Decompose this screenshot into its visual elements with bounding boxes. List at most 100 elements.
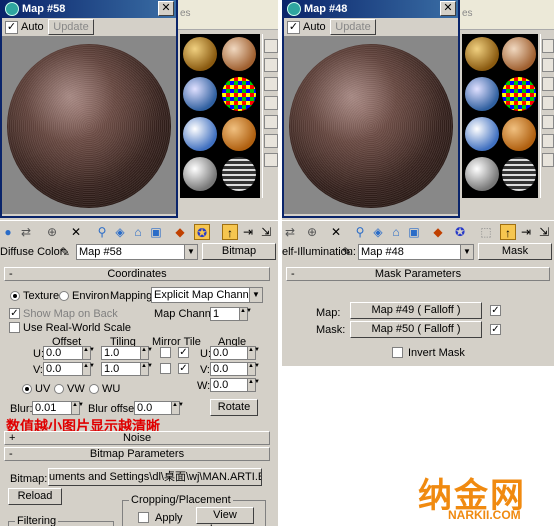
spinner-arrows-icon[interactable]: ▲▼ [82, 363, 95, 375]
close-button[interactable]: ✕ [440, 1, 456, 16]
auto-checkbox[interactable]: ✓ [287, 21, 300, 34]
map-channel-spinner[interactable]: 1 ▲▼ [210, 307, 252, 321]
u-angle-spinner[interactable]: 0.0 ▲▼ [210, 346, 260, 360]
material-slot[interactable] [222, 117, 256, 151]
mask-slot-button[interactable]: Map #50 ( Falloff ) [350, 321, 482, 338]
make-preview-icon[interactable] [542, 134, 554, 148]
material-effects-icon[interactable]: ▣ [406, 224, 422, 240]
reload-button[interactable]: Reload [8, 488, 62, 505]
spinner-arrows-icon[interactable]: ▲▼ [71, 402, 84, 414]
background-icon[interactable] [264, 77, 278, 91]
delete-icon[interactable]: ✕ [328, 224, 344, 240]
background-toggle-icon[interactable]: ⬚ [478, 224, 494, 240]
make-unique-icon[interactable]: ◈ [370, 224, 386, 240]
environ-radio[interactable] [59, 291, 69, 301]
show-map-on-back-checkbox[interactable]: ✓ [9, 308, 20, 319]
u-tile-checkbox[interactable]: ✓ [178, 347, 189, 358]
material-slot[interactable] [183, 37, 217, 71]
show-map-icon[interactable]: ◆ [430, 224, 446, 240]
view-image-button[interactable]: View Image [196, 507, 254, 526]
v-offset-spinner[interactable]: 0.0 ▲▼ [43, 362, 95, 376]
material-slot[interactable] [183, 157, 217, 191]
w-angle-spinner[interactable]: 0.0 ▲▼ [210, 378, 260, 392]
material-slot[interactable] [465, 117, 499, 151]
put-to-scene-icon[interactable]: ⇄ [18, 224, 34, 240]
assign-material-icon[interactable]: ⊕ [304, 224, 320, 240]
map-window-title-bar[interactable]: Map #48 ✕ [284, 0, 458, 18]
coordinates-rollout-header[interactable]: - Coordinates [4, 267, 270, 281]
material-effects-icon[interactable]: ▣ [148, 224, 164, 240]
options-icon[interactable] [542, 153, 554, 167]
map-enable-checkbox[interactable]: ✓ [490, 305, 501, 316]
material-slot[interactable] [183, 77, 217, 111]
update-button[interactable]: Update [48, 19, 94, 35]
options-icon[interactable] [264, 153, 278, 167]
material-slot[interactable] [222, 37, 256, 71]
v-tiling-spinner[interactable]: 1.0 ▲▼ [101, 362, 153, 376]
close-button[interactable]: ✕ [158, 1, 174, 16]
update-button[interactable]: Update [330, 19, 376, 35]
real-world-scale-checkbox[interactable] [9, 322, 20, 333]
v-mirror-checkbox[interactable] [160, 363, 171, 374]
chevron-down-icon[interactable]: ▼ [249, 288, 262, 302]
assign-material-icon[interactable]: ⊕ [44, 224, 60, 240]
material-slot[interactable] [222, 157, 256, 191]
eyedropper-icon[interactable]: ✎ [342, 245, 352, 259]
sample-type-icon[interactable] [264, 39, 278, 53]
go-to-parent-icon[interactable]: ↑ [500, 224, 516, 240]
eyedropper-icon[interactable]: ✎ [60, 245, 70, 259]
background-icon[interactable] [542, 77, 554, 91]
rotate-button[interactable]: Rotate [210, 399, 258, 416]
show-end-result-icon[interactable]: ✪ [452, 224, 468, 240]
put-to-library-icon[interactable]: ⌂ [130, 224, 146, 240]
make-preview-icon[interactable] [264, 134, 278, 148]
sample-uv-tiling-icon[interactable] [542, 96, 554, 110]
spinner-arrows-icon[interactable]: ▲▼ [247, 347, 260, 359]
go-to-parent-icon[interactable]: ↑ [222, 224, 238, 240]
spinner-arrows-icon[interactable]: ▲▼ [171, 402, 184, 414]
sample-type-icon[interactable] [542, 39, 554, 53]
map-type-button[interactable]: Mask [478, 243, 552, 260]
delete-icon[interactable]: ✕ [68, 224, 84, 240]
map-type-button[interactable]: Bitmap [202, 243, 276, 260]
bitmap-path-button[interactable]: uments and Settings\dl\桌面\wj\MAN.ARTI.EM… [48, 468, 262, 486]
video-color-check-icon[interactable] [264, 115, 278, 129]
spinner-arrows-icon[interactable]: ▲▼ [247, 363, 260, 375]
v-angle-spinner[interactable]: 0.0 ▲▼ [210, 362, 260, 376]
spinner-arrows-icon[interactable]: ▲▼ [239, 308, 252, 320]
material-slot[interactable] [222, 77, 256, 111]
noise-rollout-header[interactable]: + Noise [4, 431, 270, 445]
backlight-icon[interactable] [542, 58, 554, 72]
material-slot[interactable] [502, 37, 536, 71]
material-slot[interactable] [502, 117, 536, 151]
u-tiling-spinner[interactable]: 1.0 ▲▼ [101, 346, 153, 360]
spinner-arrows-icon[interactable]: ▲▼ [140, 347, 153, 359]
vw-radio[interactable] [54, 384, 64, 394]
spinner-arrows-icon[interactable]: ▲▼ [82, 347, 95, 359]
mask-params-rollout-header[interactable]: - Mask Parameters [286, 267, 550, 281]
material-slot[interactable] [183, 117, 217, 151]
material-slot[interactable] [502, 157, 536, 191]
go-forward-sibling-icon[interactable]: ⇥ [240, 224, 256, 240]
chevron-down-icon[interactable]: ▼ [460, 245, 473, 259]
make-unique-icon[interactable]: ◈ [112, 224, 128, 240]
sample-uv-tiling-icon[interactable] [264, 96, 278, 110]
copy-material-icon[interactable]: ⚲ [352, 224, 368, 240]
chevron-down-icon[interactable]: ▼ [184, 245, 197, 259]
material-map-navigator-icon[interactable]: ⇲ [536, 224, 552, 240]
map-name-field[interactable]: Map #48 ▼ [358, 244, 474, 260]
invert-mask-checkbox[interactable] [392, 347, 403, 358]
mapping-select[interactable]: Explicit Map Channel ▼ [151, 287, 263, 303]
material-slot[interactable] [465, 157, 499, 191]
map-name-field[interactable]: Map #58 ▼ [76, 244, 198, 260]
map-window-title-bar[interactable]: Map #58 ✕ [2, 0, 176, 18]
bitmap-params-rollout-header[interactable]: - Bitmap Parameters [4, 447, 270, 461]
material-slot[interactable] [465, 37, 499, 71]
blur-offset-spinner[interactable]: 0.0 ▲▼ [134, 401, 184, 415]
backlight-icon[interactable] [264, 58, 278, 72]
map-slot-button[interactable]: Map #49 ( Falloff ) [350, 302, 482, 319]
u-offset-spinner[interactable]: 0.0 ▲▼ [43, 346, 95, 360]
put-to-library-icon[interactable]: ⌂ [388, 224, 404, 240]
auto-checkbox[interactable]: ✓ [5, 21, 18, 34]
blur-spinner[interactable]: 0.01 ▲▼ [32, 401, 84, 415]
